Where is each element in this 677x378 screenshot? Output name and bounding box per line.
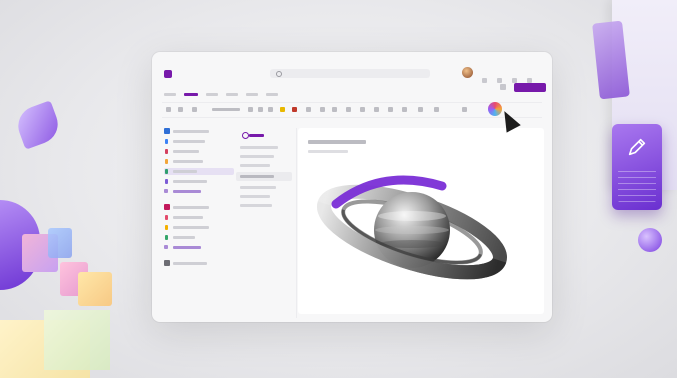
bullets-icon[interactable]: [320, 107, 325, 112]
onenote-logo-icon[interactable]: [164, 70, 172, 78]
page-item-label: [240, 175, 274, 178]
section-item[interactable]: [164, 178, 234, 185]
numbering-icon[interactable]: [332, 107, 337, 112]
bold-icon[interactable]: [248, 107, 253, 112]
page-item[interactable]: [240, 195, 270, 198]
section-color-tab: [165, 169, 168, 174]
pencil-icon: [628, 138, 646, 156]
section-item[interactable]: [164, 224, 234, 231]
section-label: [173, 226, 209, 229]
section-item[interactable]: [164, 234, 234, 241]
add-section-link[interactable]: [164, 244, 234, 251]
add-section-link[interactable]: [164, 188, 234, 195]
section-label: [173, 150, 199, 153]
dictate-icon[interactable]: [418, 107, 423, 112]
decorative-block: [44, 310, 110, 370]
page-list: [234, 128, 297, 318]
section-color-tab: [165, 179, 168, 184]
more-icon[interactable]: [434, 107, 439, 112]
clipboard-icon[interactable]: [192, 107, 197, 112]
section-color-tab: [165, 139, 168, 144]
notebook-lines: [618, 170, 656, 202]
section-label: [173, 170, 197, 173]
redo-icon[interactable]: [178, 107, 183, 112]
page-item[interactable]: [240, 204, 272, 207]
section-label: [173, 140, 205, 143]
section-color-tab: [165, 159, 168, 164]
add-section-label: [173, 246, 201, 249]
add-icon: [164, 245, 168, 249]
add-page-label: [249, 134, 264, 137]
undo-icon[interactable]: [166, 107, 171, 112]
add-section-label: [173, 190, 201, 193]
notebook-item[interactable]: [164, 260, 234, 267]
add-page-button[interactable]: [242, 132, 264, 139]
add-icon: [164, 189, 168, 193]
notebook-icon: [164, 128, 170, 134]
notebook-navigation: [164, 128, 234, 270]
page-canvas[interactable]: [298, 128, 544, 314]
font-color-icon[interactable]: [292, 107, 297, 112]
decorative-sphere: [638, 228, 662, 252]
section-item[interactable]: [164, 214, 234, 221]
underline-icon[interactable]: [268, 107, 273, 112]
section-label: [173, 236, 195, 239]
section-color-tab: [165, 235, 168, 240]
tab-file[interactable]: [164, 93, 176, 97]
section-item[interactable]: [164, 148, 234, 155]
sticky-note-icon[interactable]: [462, 107, 467, 112]
add-icon: [242, 132, 249, 139]
notebook-label: [173, 262, 207, 265]
page-title[interactable]: [308, 140, 366, 144]
tab-insert[interactable]: [206, 93, 218, 97]
tab-home[interactable]: [184, 93, 198, 97]
notebook-item[interactable]: [164, 128, 234, 135]
section-color-tab: [165, 225, 168, 230]
notebook-illustration: [612, 124, 662, 210]
decorative-block: [78, 272, 112, 306]
section-item-selected[interactable]: [164, 168, 234, 175]
saturn-planet-image[interactable]: [312, 164, 512, 294]
tab-view[interactable]: [246, 93, 258, 97]
italic-icon[interactable]: [258, 107, 263, 112]
section-item[interactable]: [164, 158, 234, 165]
decorative-curl: [12, 100, 64, 150]
notebook-label: [173, 206, 209, 209]
eraser-icon[interactable]: [306, 107, 311, 112]
notebook-icon: [164, 260, 170, 266]
avatar[interactable]: [462, 67, 473, 78]
indent-icon[interactable]: [346, 107, 351, 112]
formatting-toolbar: [162, 102, 542, 118]
tab-help[interactable]: [266, 93, 278, 97]
page-item[interactable]: [240, 155, 274, 158]
page-item[interactable]: [240, 146, 278, 149]
notebook-item[interactable]: [164, 204, 234, 211]
section-label: [173, 160, 203, 163]
search-icon: [276, 71, 282, 77]
section-item[interactable]: [164, 138, 234, 145]
notebook-label: [173, 130, 209, 133]
section-color-tab: [165, 215, 168, 220]
styles-icon[interactable]: [374, 107, 379, 112]
page-item[interactable]: [240, 164, 270, 167]
notebook-icon: [164, 204, 170, 210]
todo-icon[interactable]: [402, 107, 407, 112]
section-label: [173, 216, 203, 219]
settings-icon[interactable]: [482, 78, 487, 83]
align-icon[interactable]: [360, 107, 365, 112]
tab-draw[interactable]: [226, 93, 238, 97]
highlight-icon[interactable]: [280, 107, 285, 112]
minimize-icon[interactable]: [497, 78, 502, 83]
share-button[interactable]: [514, 83, 546, 92]
font-select[interactable]: [212, 108, 240, 111]
page-item[interactable]: [240, 186, 276, 189]
app-window: [152, 52, 552, 322]
ribbon-option-icon[interactable]: [500, 84, 506, 90]
search-input[interactable]: [270, 69, 430, 78]
page-date: [308, 150, 348, 153]
tag-icon[interactable]: [388, 107, 393, 112]
section-label: [173, 180, 207, 183]
decorative-block: [48, 228, 72, 258]
section-color-tab: [165, 149, 168, 154]
